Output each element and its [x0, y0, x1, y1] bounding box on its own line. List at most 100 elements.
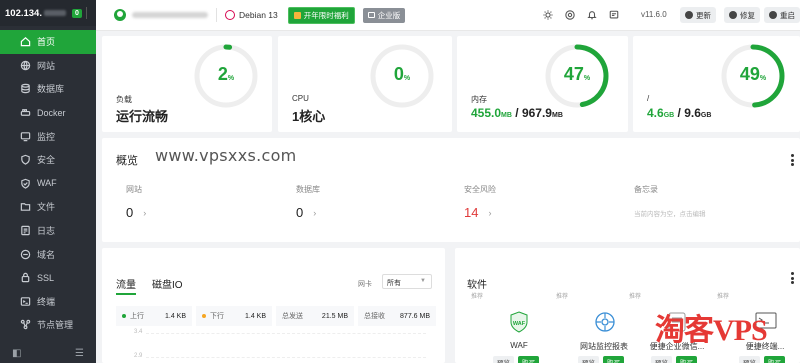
sidebar-item-5[interactable]: 安全 — [0, 148, 96, 172]
memory-percent: 47% — [563, 64, 591, 84]
buy-button[interactable]: 购买 — [603, 356, 624, 363]
os-name: Debian 13 — [239, 10, 278, 20]
buy-button[interactable]: 购买 — [676, 356, 697, 363]
upload-dot — [122, 314, 126, 318]
restart-button[interactable]: 重启 — [764, 7, 800, 23]
monitor-report-icon — [594, 311, 616, 338]
sidebar-item-7[interactable]: 文件 — [0, 195, 96, 219]
memory-card[interactable]: 47% 内存 455.0MB / 967.9MB — [457, 36, 628, 132]
preview-button[interactable]: 预览 — [493, 356, 514, 363]
feedback-icon[interactable] — [608, 9, 620, 21]
sidebar-item-4[interactable]: 监控 — [0, 124, 96, 148]
software-item[interactable]: 推荐 WAF WAF 预览购买 — [471, 291, 551, 363]
sidebar-item-8[interactable]: 日志 — [0, 219, 96, 243]
sidebar-item-label: 网站 — [37, 60, 56, 71]
overview-title: 概览 — [116, 155, 138, 167]
power-icon — [769, 11, 777, 19]
grid-line — [146, 333, 426, 334]
sidebar: 102.134. 0 首页网站数据库 Docker 监控安全 WAF 文件日志域名 SSL… — [0, 0, 96, 363]
sidebar-item-label: 节点管理 — [37, 320, 74, 331]
sidebar-item-label: 数据库 — [37, 84, 65, 95]
repair-button[interactable]: 修复 — [724, 7, 760, 23]
sidebar-item-11[interactable]: 终端 — [0, 290, 96, 314]
sidebar-footer: ◧ ☰ — [0, 348, 96, 359]
sidebar-item-2[interactable]: 数据库 — [0, 77, 96, 101]
sidebar-item-label: 域名 — [37, 249, 56, 260]
preview-button[interactable]: 预览 — [739, 356, 760, 363]
tab-traffic[interactable]: 流量 — [116, 276, 136, 295]
sidebar-item-6[interactable]: WAF — [0, 172, 96, 196]
server-header[interactable]: 102.134. 0 — [0, 0, 96, 26]
support-icon[interactable] — [564, 9, 576, 21]
svg-text:WAF: WAF — [513, 321, 526, 327]
menu-icon[interactable]: ☰ — [75, 348, 84, 359]
sidebar-item-0[interactable]: 首页 — [0, 30, 96, 54]
cpu-card[interactable]: 0% CPU 1核心 — [278, 36, 452, 132]
overview-memo[interactable]: 备忘录 当前内容为空，点击编辑 — [634, 184, 706, 218]
nic-label: 网卡 — [358, 281, 372, 288]
chevron-right-icon: › — [488, 207, 492, 218]
more-icon[interactable] — [791, 272, 794, 286]
promo-button[interactable]: 开年限时福利 — [287, 6, 355, 24]
tab-disk-io[interactable]: 磁盘IO — [152, 276, 183, 291]
disk-usage: 4.6GB / 9.6GB — [647, 106, 712, 120]
load-percent: 2% — [217, 64, 235, 84]
sidebar-item-label: 安全 — [37, 155, 56, 166]
disk-percent: 49% — [739, 64, 767, 84]
wrench-icon — [729, 11, 737, 19]
home-icon — [19, 36, 31, 48]
sidebar-item-label: Docker — [37, 107, 66, 118]
load-card[interactable]: 2% 负载 运行流畅 — [102, 36, 272, 132]
waf-icon — [19, 177, 31, 189]
sidebar-item-label: 监控 — [37, 131, 56, 142]
theme-icon[interactable] — [542, 9, 554, 21]
memory-label: 内存 — [471, 95, 487, 104]
bell-icon[interactable] — [586, 9, 598, 21]
enterprise-button[interactable]: 企业版 — [362, 7, 406, 23]
preview-button[interactable]: 预览 — [578, 356, 599, 363]
top-header: Debian 13 开年限时福利 企业版 v11.6.0 更新 修复 重启 — [96, 0, 800, 31]
overview-databases[interactable]: 数据库 0 › — [296, 184, 320, 220]
preview-button[interactable]: 预览 — [651, 356, 672, 363]
docker-icon — [19, 107, 31, 119]
buy-button[interactable]: 购买 — [518, 356, 539, 363]
overview-sites[interactable]: 网站 0 › — [126, 184, 146, 220]
risk-label: 安全风险 — [464, 185, 496, 194]
software-item[interactable]: 推荐 网站监控报表 预览购买 — [556, 291, 636, 363]
recommend-tag: 推荐 — [629, 294, 642, 300]
more-icon[interactable] — [791, 154, 794, 168]
buy-button[interactable]: 购买 — [764, 356, 785, 363]
sidebar-item-label: 终端 — [37, 296, 56, 307]
cpu-label: CPU — [292, 94, 309, 103]
y-tick: 2.9 — [134, 353, 143, 359]
sidebar-item-10[interactable]: SSL — [0, 266, 96, 290]
shield-icon — [19, 154, 31, 166]
disk-card[interactable]: 49% / 4.6GB / 9.6GB — [633, 36, 800, 132]
software-item[interactable]: 推荐 便捷终端... 预览购买 — [717, 291, 797, 363]
cpu-percent: 0% — [393, 64, 411, 84]
avatar[interactable] — [114, 9, 126, 21]
disk-label: / — [647, 94, 650, 103]
sidebar-item-1[interactable]: 网站 — [0, 54, 96, 78]
divider — [216, 8, 217, 22]
sidebar-item-9[interactable]: 域名 — [0, 242, 96, 266]
software-title: 软件 — [467, 280, 487, 291]
download-dot — [202, 314, 206, 318]
software-item[interactable]: 推荐 便捷企业微信... 预览购买 — [629, 291, 709, 363]
update-button[interactable]: 更新 — [680, 7, 716, 23]
domain-icon — [19, 248, 31, 260]
version-label: v11.6.0 — [641, 10, 667, 19]
memo-text: 当前内容为空，点击编辑 — [634, 211, 706, 218]
sidebar-item-label: WAF — [37, 178, 57, 189]
log-icon — [19, 225, 31, 237]
enterprise-label: 企业版 — [377, 10, 401, 20]
sidebar-nav: 首页网站数据库 Docker 监控安全 WAF 文件日志域名 SSL 终端节点管理 — [0, 26, 96, 337]
databases-count: 0 › — [296, 205, 317, 220]
promo-label: 开年限时福利 — [303, 10, 349, 20]
nic-select[interactable]: 所有 ▼ — [382, 274, 432, 289]
collapse-icon[interactable]: ◧ — [12, 348, 21, 359]
sidebar-item-12[interactable]: 节点管理 — [0, 313, 96, 337]
sidebar-item-3[interactable]: Docker — [0, 101, 96, 125]
sidebar-item-label: 文件 — [37, 202, 56, 213]
overview-risk[interactable]: 安全风险 14 › — [464, 184, 496, 220]
